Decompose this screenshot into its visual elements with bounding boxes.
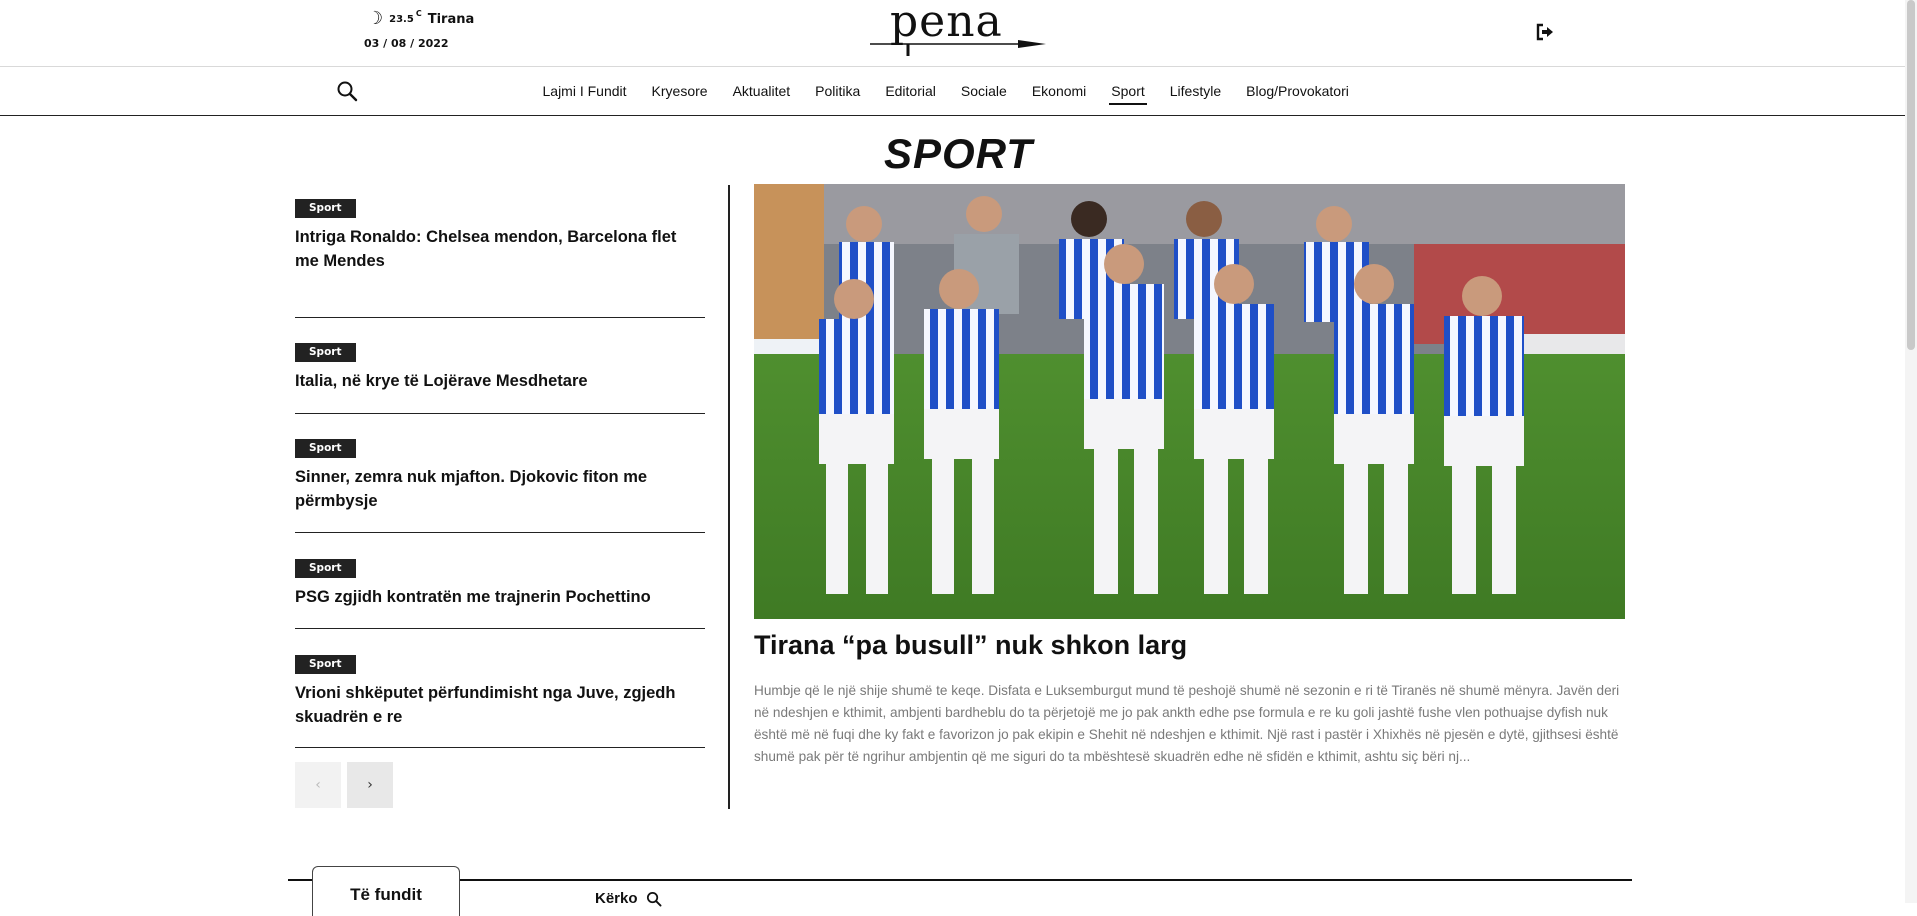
- scrollbar-thumb[interactable]: [1907, 0, 1915, 350]
- page-scrollbar[interactable]: [1905, 0, 1917, 903]
- prev-page-button[interactable]: ‹: [295, 762, 341, 808]
- nav-item-aktualitet[interactable]: Aktualitet: [720, 66, 803, 115]
- current-date: 03 / 08 / 2022: [364, 37, 449, 50]
- nav-item-lifestyle[interactable]: Lifestyle: [1157, 66, 1233, 115]
- article-title[interactable]: Sinner, zemra nuk mjafton. Djokovic fito…: [295, 465, 700, 513]
- article-title[interactable]: Intriga Ronaldo: Chelsea mendon, Barcelo…: [295, 225, 700, 273]
- next-page-button[interactable]: ›: [347, 762, 393, 808]
- nav-item-sociale[interactable]: Sociale: [948, 66, 1019, 115]
- tab-latest[interactable]: Të fundit: [312, 866, 460, 916]
- featured-article-excerpt: Humbje që le një shije shumë te keqe. Di…: [754, 683, 1620, 764]
- list-item[interactable]: Sport Intriga Ronaldo: Chelsea mendon, B…: [295, 199, 705, 318]
- search-tab-label: Kërko: [595, 890, 638, 907]
- nav-menu: Lajmi I Fundit Kryesore Aktualitet Polit…: [530, 66, 1361, 115]
- category-badge[interactable]: Sport: [295, 655, 356, 674]
- nav-item-blog-provokatori[interactable]: Blog/Provokatori: [1234, 66, 1362, 115]
- list-item[interactable]: Sport Vrioni shkëputet përfundimisht nga…: [295, 655, 705, 748]
- featured-article-title[interactable]: Tirana “pa busull” nuk shkon larg: [754, 630, 1187, 661]
- weather-city: Tirana: [427, 11, 475, 27]
- article-title[interactable]: Vrioni shkëputet përfundimisht nga Juve,…: [295, 681, 700, 729]
- category-badge[interactable]: Sport: [295, 439, 356, 458]
- pen-nib-icon: [870, 40, 1046, 56]
- nav-item-kryesore[interactable]: Kryesore: [639, 66, 720, 115]
- weather-temperature: 23.5: [389, 13, 414, 25]
- category-badge[interactable]: Sport: [295, 559, 356, 578]
- list-item[interactable]: Sport Sinner, zemra nuk mjafton. Djokovi…: [295, 439, 705, 533]
- article-title[interactable]: Italia, në krye të Lojërave Mesdhetare: [295, 369, 700, 393]
- section-title: SPORT: [884, 130, 1033, 177]
- section-divider: [288, 879, 1632, 881]
- list-item[interactable]: Sport Italia, në krye të Lojërave Mesdhe…: [295, 343, 705, 414]
- nav-item-sport[interactable]: Sport: [1099, 66, 1157, 115]
- nav-item-politika[interactable]: Politika: [803, 66, 873, 115]
- list-pager: ‹ ›: [295, 762, 393, 808]
- search-icon: [646, 891, 662, 906]
- main-navigation-bar: Lajmi I Fundit Kryesore Aktualitet Polit…: [0, 66, 1917, 116]
- signout-icon[interactable]: [1535, 22, 1555, 42]
- list-item[interactable]: Sport PSG zgjidh kontratën me trajnerin …: [295, 559, 705, 629]
- top-bar: ☽ 23.5 C Tirana 03 / 08 / 2022 pena: [0, 0, 1917, 67]
- weather-unit: C: [415, 8, 422, 18]
- search-tab[interactable]: Kërko: [595, 890, 662, 907]
- article-title[interactable]: PSG zgjidh kontratën me trajnerin Pochet…: [295, 585, 700, 609]
- search-icon[interactable]: [336, 80, 358, 102]
- moon-icon: ☽: [367, 8, 384, 29]
- nav-item-lajmi-i-fundit[interactable]: Lajmi I Fundit: [530, 66, 639, 115]
- nav-item-ekonomi[interactable]: Ekonomi: [1019, 66, 1098, 115]
- featured-image[interactable]: [754, 184, 1625, 619]
- weather-widget: ☽ 23.5 C Tirana: [367, 8, 475, 29]
- column-divider: [728, 185, 730, 809]
- nav-item-editorial[interactable]: Editorial: [873, 66, 949, 115]
- article-list: Sport Intriga Ronaldo: Chelsea mendon, B…: [295, 199, 705, 748]
- site-logo[interactable]: pena: [868, 0, 1048, 57]
- category-badge[interactable]: Sport: [295, 343, 356, 362]
- category-badge[interactable]: Sport: [295, 199, 356, 218]
